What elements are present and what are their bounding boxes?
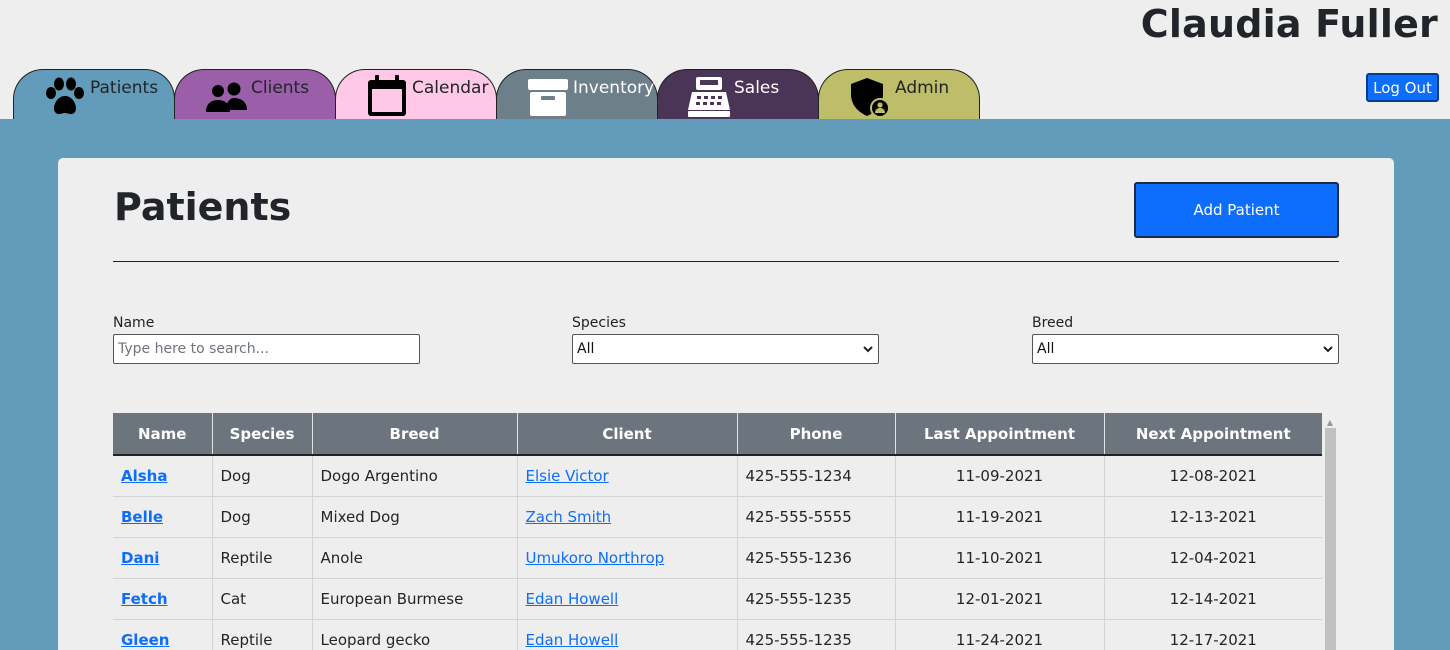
patient-name-link[interactable]: Alsha (121, 467, 167, 485)
last-appointment-cell: 11-09-2021 (895, 455, 1105, 497)
add-patient-button[interactable]: Add Patient (1134, 182, 1339, 238)
patient-name-link[interactable]: Belle (121, 508, 163, 526)
phone-cell: 425-555-1236 (737, 537, 896, 579)
breed-cell: Mixed Dog (312, 496, 518, 538)
shield-user-icon (851, 78, 890, 118)
client-link[interactable]: Edan Howell (526, 590, 619, 608)
header-client[interactable]: Client (517, 413, 738, 456)
last-appointment-cell: 11-19-2021 (895, 496, 1105, 538)
phone-cell: 425-555-5555 (737, 496, 896, 538)
next-appointment-cell: 12-04-2021 (1104, 537, 1322, 579)
tab-patients[interactable]: Patients (13, 69, 175, 120)
species-cell: Reptile (212, 619, 313, 650)
breed-select-value: All (1037, 341, 1055, 357)
table-row: Dani Reptile Anole Umukoro Northrop 425-… (113, 537, 1322, 579)
phone-cell: 425-555-1235 (737, 619, 896, 650)
breed-select[interactable]: All (1032, 334, 1339, 364)
phone-cell: 425-555-1235 (737, 578, 896, 620)
logout-button[interactable]: Log Out (1366, 73, 1439, 102)
calendar-icon (368, 75, 406, 116)
next-appointment-cell: 12-08-2021 (1104, 455, 1322, 497)
tab-sales[interactable]: Sales (657, 69, 819, 120)
next-appointment-cell: 12-17-2021 (1104, 619, 1322, 650)
table-scrollbar[interactable]: ▲ (1324, 416, 1336, 650)
breed-filter: Breed All (1032, 315, 1339, 364)
patients-table: Name Species Breed Client Phone Last App… (113, 413, 1322, 650)
species-select[interactable]: All (572, 334, 879, 364)
breed-cell: Anole (312, 537, 518, 579)
header-breed[interactable]: Breed (312, 413, 518, 456)
main-nav-tabs: Patients Clients Calendar Inventory Sale… (13, 69, 980, 120)
species-cell: Cat (212, 578, 313, 620)
header-phone[interactable]: Phone (737, 413, 896, 456)
name-search-input[interactable]: Type here to search... (113, 334, 420, 364)
scroll-up-arrow-icon[interactable]: ▲ (1324, 416, 1336, 428)
header-name[interactable]: Name (113, 413, 213, 456)
header-species[interactable]: Species (212, 413, 313, 456)
table-row: Alsha Dog Dogo Argentino Elsie Victor 42… (113, 455, 1322, 497)
user-name: Claudia Fuller (1140, 2, 1438, 46)
tab-admin[interactable]: Admin (818, 69, 980, 120)
divider (113, 261, 1339, 262)
species-cell: Dog (212, 496, 313, 538)
header-last-appointment[interactable]: Last Appointment (895, 413, 1105, 456)
table-row: Belle Dog Mixed Dog Zach Smith 425-555-5… (113, 496, 1322, 538)
scrollbar-thumb[interactable] (1325, 428, 1336, 650)
table-row: Gleen Reptile Leopard gecko Edan Howell … (113, 619, 1322, 650)
client-link[interactable]: Zach Smith (526, 508, 612, 526)
tab-clients-label: Clients (251, 78, 310, 98)
table-header-row: Name Species Breed Client Phone Last App… (113, 413, 1322, 456)
breed-cell: European Burmese (312, 578, 518, 620)
tab-patients-label: Patients (90, 78, 159, 98)
client-link[interactable]: Edan Howell (526, 631, 619, 649)
tab-clients[interactable]: Clients (174, 69, 336, 120)
tab-calendar[interactable]: Calendar (335, 69, 497, 120)
breed-filter-label: Breed (1032, 315, 1074, 331)
patient-name-link[interactable]: Fetch (121, 590, 168, 608)
archive-box-icon (528, 79, 568, 116)
table-row: Fetch Cat European Burmese Edan Howell 4… (113, 578, 1322, 620)
client-link[interactable]: Elsie Victor (526, 467, 609, 485)
patient-name-link[interactable]: Dani (121, 549, 159, 567)
phone-cell: 425-555-1234 (737, 455, 896, 497)
client-link[interactable]: Umukoro Northrop (526, 549, 665, 567)
header-next-appointment[interactable]: Next Appointment (1104, 413, 1322, 456)
breed-cell: Dogo Argentino (312, 455, 518, 497)
species-cell: Reptile (212, 537, 313, 579)
tab-admin-label: Admin (895, 78, 950, 98)
patient-name-link[interactable]: Gleen (121, 631, 169, 649)
tab-inventory[interactable]: Inventory (496, 69, 658, 120)
species-filter-label: Species (572, 315, 626, 331)
name-filter: Name Type here to search... (113, 315, 420, 364)
page-title: Patients (114, 185, 292, 229)
patients-table-wrapper: Name Species Breed Client Phone Last App… (113, 413, 1322, 650)
species-filter: Species All (572, 315, 879, 364)
chevron-down-icon (863, 346, 873, 353)
chevron-down-icon (1323, 346, 1333, 353)
tab-inventory-label: Inventory (573, 78, 655, 98)
species-select-value: All (577, 341, 595, 357)
name-filter-label: Name (113, 315, 155, 331)
patients-card: Patients Add Patient Name Type here to s… (58, 158, 1394, 650)
last-appointment-cell: 11-10-2021 (895, 537, 1105, 579)
next-appointment-cell: 12-14-2021 (1104, 578, 1322, 620)
tab-calendar-label: Calendar (412, 78, 489, 98)
species-cell: Dog (212, 455, 313, 497)
next-appointment-cell: 12-13-2021 (1104, 496, 1322, 538)
cash-register-icon (688, 77, 730, 117)
tab-sales-label: Sales (734, 78, 780, 98)
last-appointment-cell: 12-01-2021 (895, 578, 1105, 620)
last-appointment-cell: 11-24-2021 (895, 619, 1105, 650)
breed-cell: Leopard gecko (312, 619, 518, 650)
paw-icon (46, 77, 84, 115)
people-icon (206, 82, 247, 112)
